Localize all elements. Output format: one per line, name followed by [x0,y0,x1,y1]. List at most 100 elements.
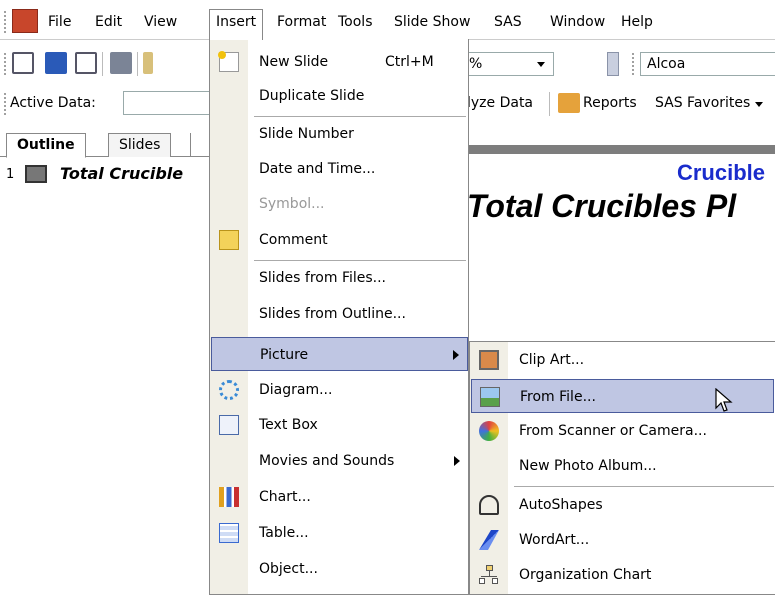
menu-item-label: Clip Art... [519,352,585,368]
tab-slides[interactable]: Slides [108,133,172,157]
outline-slide-row[interactable]: 1 Total Crucible [0,160,215,190]
active-data-field[interactable] [123,91,210,115]
toolbar-grip[interactable] [3,52,7,76]
menu-tools[interactable]: Tools [332,10,379,34]
slide-title-line2: Total Crucibles Pl [467,188,737,224]
menu-bar: File Edit View Insert Format Tools Slide… [0,0,775,40]
mouse-cursor-icon [715,388,733,412]
menu-item-diagram[interactable]: Diagram... [211,373,468,407]
menu-file[interactable]: File [42,10,77,34]
menu-item-label: Comment [259,232,328,248]
zoom-select[interactable]: % [462,52,554,76]
slide-number: 1 [6,167,15,182]
menu-view[interactable]: View [138,10,183,34]
chevron-down-icon [754,102,763,107]
sas-favorites-button[interactable]: SAS Favorites [655,95,763,111]
new-slide-icon-sparkle [218,51,226,59]
menu-item-label: Movies and Sounds [259,453,395,469]
table-icon [219,523,239,543]
menu-item-label: Symbol... [259,196,325,212]
menu-insert[interactable]: Insert [209,9,264,40]
menu-slide-show[interactable]: Slide Show [388,10,476,34]
org-chart-icon-box [479,578,485,584]
menu-item-label: Slides from Outline... [259,306,406,322]
menu-item-comment[interactable]: Comment [211,223,468,257]
print-icon[interactable] [110,52,132,74]
menu-item-clip-art[interactable]: Clip Art... [471,343,774,377]
menu-item-table[interactable]: Table... [211,516,468,550]
menu-item-label: From Scanner or Camera... [519,423,707,439]
menu-item-autoshapes[interactable]: AutoShapes [471,488,774,522]
tab-outline[interactable]: Outline [6,133,86,158]
analyze-data-button[interactable]: lyze Data [467,95,533,111]
menu-separator [514,486,774,487]
outline-slide-title: Total Crucible [60,164,184,183]
menu-item-label: Object... [259,561,318,577]
toolbar-options-icon[interactable] [607,52,619,76]
org-chart-icon [479,565,499,585]
menu-item-label: New Photo Album... [519,458,657,474]
chevron-down-icon[interactable] [537,62,545,67]
new-icon[interactable] [12,52,34,74]
comment-icon [219,230,239,250]
toolbar-separator [137,52,138,76]
tab-divider [190,133,191,157]
toolbar-separator [549,92,550,116]
menu-item-symbol[interactable]: Symbol... [211,187,468,221]
menu-item-slides-from-files[interactable]: Slides from Files... [211,261,468,295]
font-name-input[interactable]: Alcoa [640,52,775,76]
outline-slides-tabs: Outline Slides [0,121,215,158]
wordart-icon [479,530,499,550]
menu-item-wordart[interactable]: WordArt... [471,523,774,557]
toolbar-separator [102,52,103,76]
menu-item-organization-chart[interactable]: Organization Chart [471,558,774,592]
menu-item-text-box[interactable]: Text Box [211,408,468,442]
reports-icon [558,93,580,113]
zoom-value: % [469,56,483,72]
menu-item-label: Date and Time... [259,161,376,177]
menu-item-slide-number[interactable]: Slide Number [211,117,468,151]
menu-item-duplicate-slide[interactable]: Duplicate Slide [211,79,468,113]
menu-sas[interactable]: SAS [488,10,528,34]
submenu-arrow-icon [453,350,459,360]
menu-item-label: Slide Number [259,126,354,142]
menu-item-label: AutoShapes [519,497,603,513]
org-chart-icon-box [492,578,498,584]
menu-help[interactable]: Help [615,10,659,34]
menu-item-label: WordArt... [519,532,590,548]
clip-art-icon [479,350,499,370]
permission-icon[interactable] [75,52,97,74]
menu-item-picture[interactable]: Picture [211,337,468,371]
menu-item-from-scanner-or-camera[interactable]: From Scanner or Camera... [471,414,774,448]
menu-item-new-slide[interactable]: New Slide Ctrl+M [211,45,468,79]
menu-item-label: Duplicate Slide [259,88,365,104]
save-icon[interactable] [45,52,67,74]
autoshapes-icon [479,495,499,515]
menu-item-label: Slides from Files... [259,270,387,286]
copy-icon[interactable] [143,52,153,74]
reports-button[interactable]: Reports [583,95,637,111]
toolbar-grip[interactable] [3,92,7,116]
menu-window[interactable]: Window [544,10,611,34]
menu-item-label: Organization Chart [519,567,652,583]
submenu-arrow-icon [454,456,460,466]
new-slide-icon [218,51,239,72]
menubar-grip[interactable] [3,10,7,34]
insert-menu: New Slide Ctrl+M Duplicate Slide Slide N… [209,39,469,595]
scanner-icon [479,421,499,441]
menu-item-movies-and-sounds[interactable]: Movies and Sounds [211,444,468,478]
menu-item-new-photo-album[interactable]: New Photo Album... [471,449,774,483]
app-icon[interactable] [12,9,38,33]
menu-edit[interactable]: Edit [89,10,128,34]
menu-item-label: Diagram... [259,382,333,398]
slide-icon [25,165,47,183]
toolbar-grip[interactable] [631,52,635,76]
menu-item-date-and-time[interactable]: Date and Time... [211,152,468,186]
menu-item-slides-from-outline[interactable]: Slides from Outline... [211,297,468,331]
menu-item-label: Chart... [259,489,311,505]
diagram-icon [219,380,239,400]
menu-item-object[interactable]: Object... [211,552,468,586]
text-box-icon [219,415,239,435]
menu-item-chart[interactable]: Chart... [211,480,468,514]
menu-format[interactable]: Format [271,10,332,34]
